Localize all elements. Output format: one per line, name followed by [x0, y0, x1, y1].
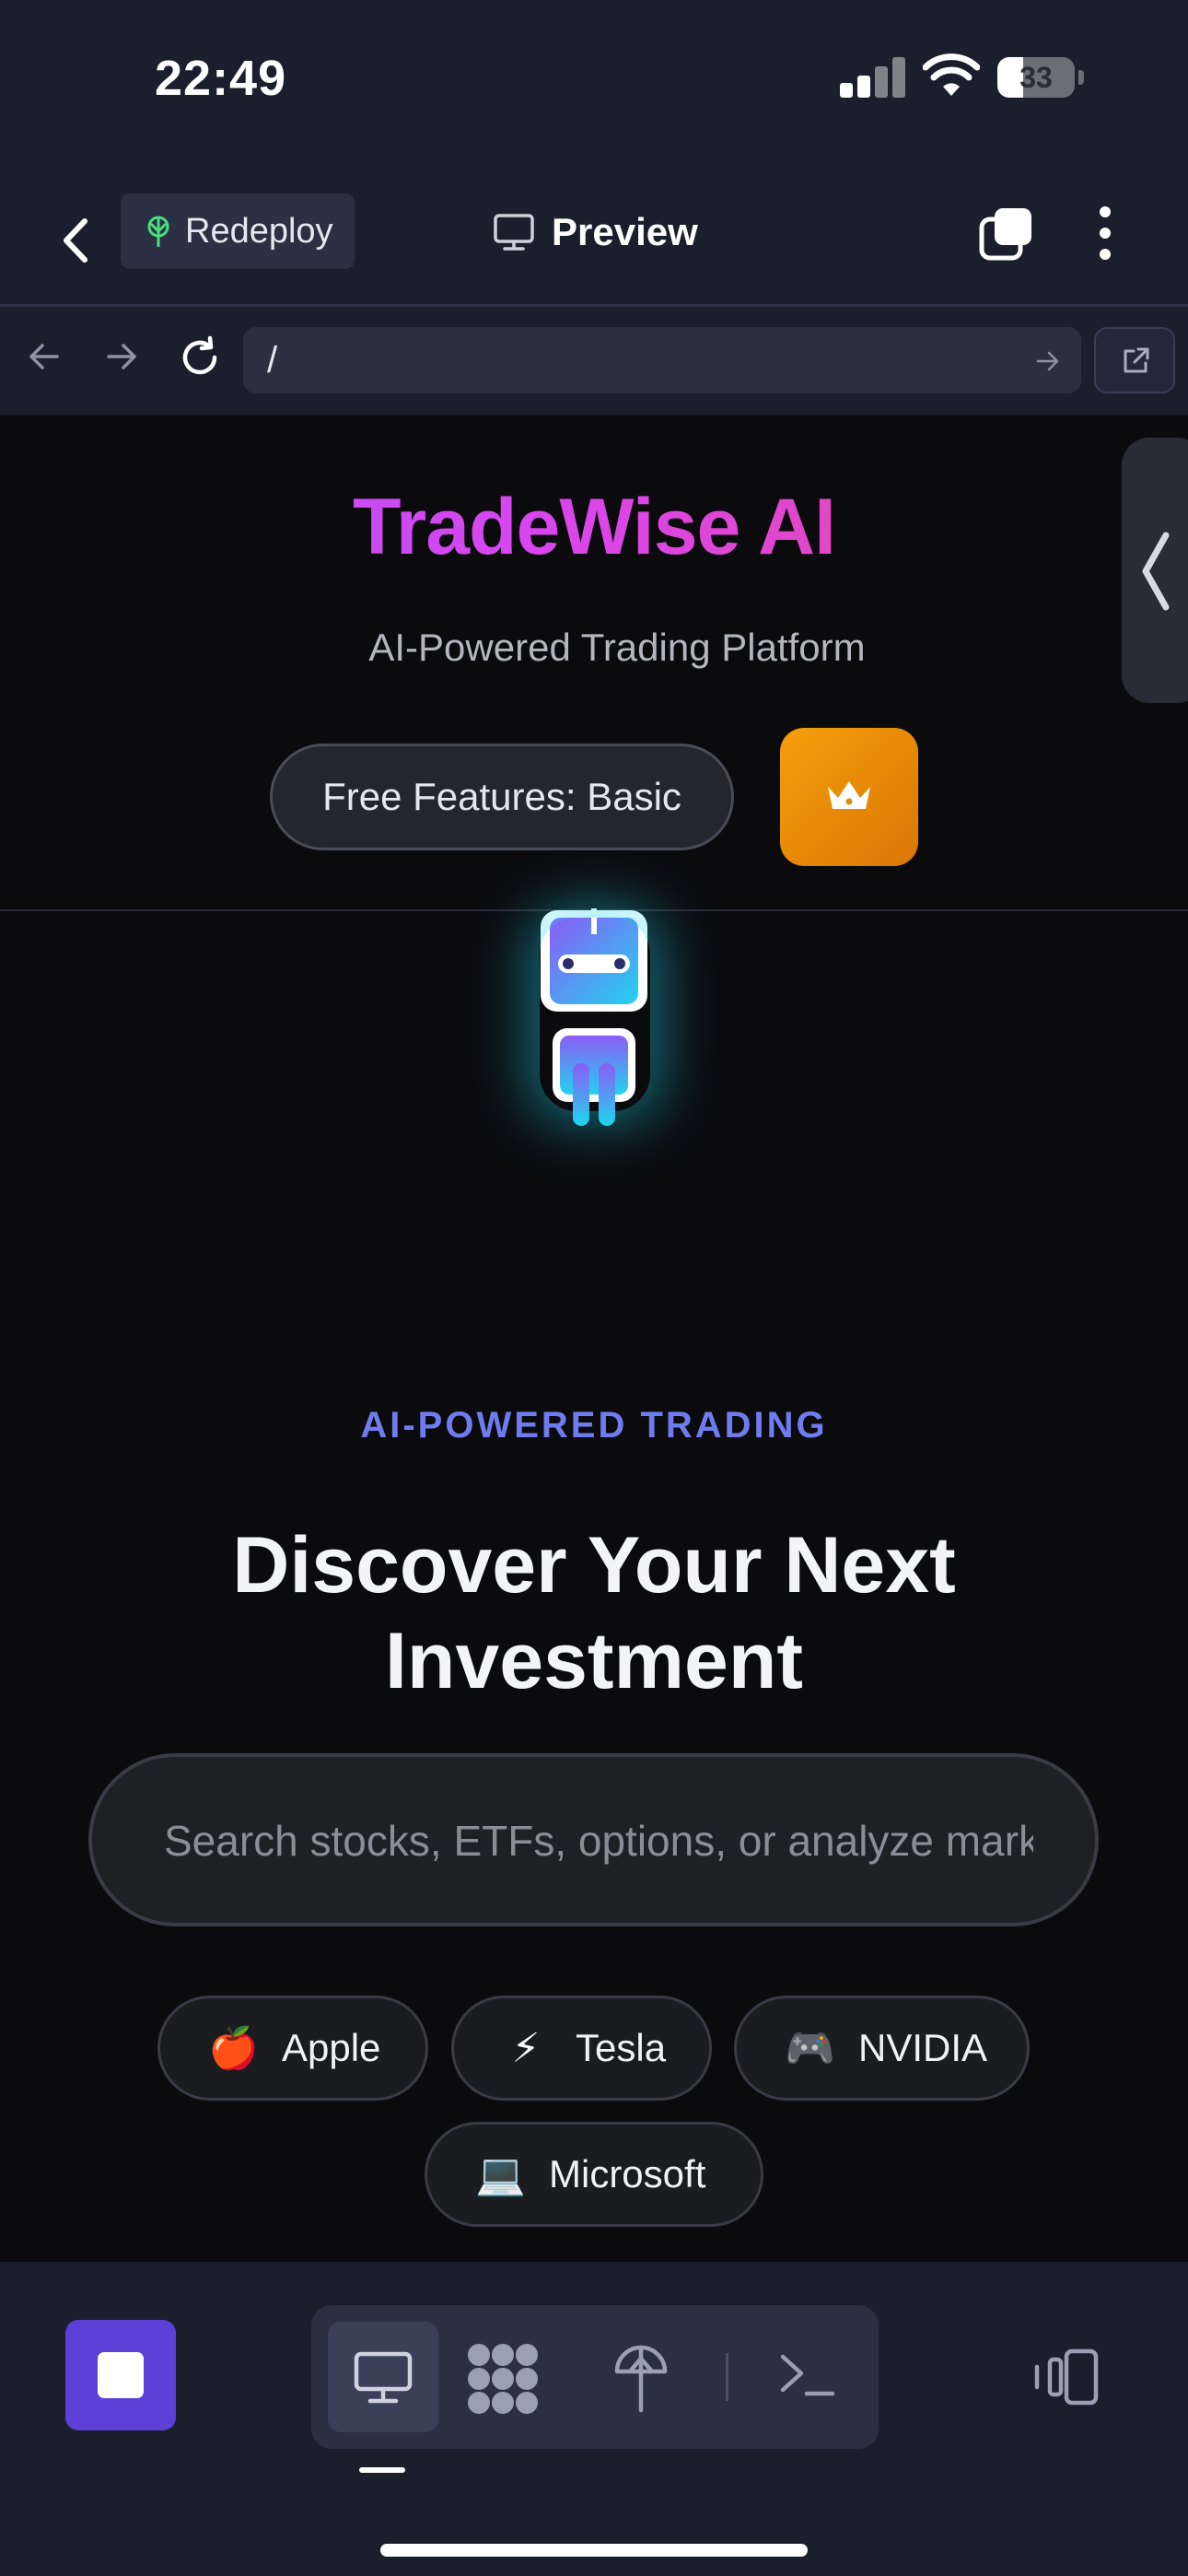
- free-features-pill[interactable]: Free Features: Basic: [270, 744, 734, 850]
- brand-subtitle: AI-Powered Trading Platform: [368, 626, 866, 669]
- browser-url-bar: /: [0, 307, 1188, 416]
- chevron-left-icon: [1142, 532, 1170, 611]
- robot-mascot: [525, 908, 663, 1130]
- web-preview-page: TradeWise AI AI-Powered Trading Platform…: [0, 416, 1188, 2244]
- app-header: Redeploy Preview: [0, 181, 1188, 306]
- redeploy-label: Redeploy: [185, 211, 333, 251]
- gamepad-emoji-icon: 🎮: [785, 2026, 835, 2071]
- premium-button[interactable]: [780, 728, 918, 866]
- chip-apple[interactable]: 🍎 Apple: [157, 1996, 428, 2101]
- bottom-toolbar: [0, 2262, 1188, 2576]
- monitor-icon: [354, 2351, 413, 2404]
- stop-button[interactable]: [65, 2320, 176, 2430]
- battery-icon: 33: [997, 57, 1084, 100]
- tabs-icon[interactable]: [978, 205, 1035, 262]
- home-indicator: [380, 2544, 808, 2557]
- side-panel-toggle[interactable]: [1122, 438, 1188, 703]
- lightning-emoji-icon: ⚡: [511, 2025, 541, 2071]
- status-bar: 22:49 33: [0, 0, 1188, 157]
- wifi-icon: [923, 53, 980, 96]
- search-input[interactable]: [162, 1794, 1035, 1888]
- apple-emoji-icon: 🍎: [208, 2026, 259, 2071]
- search-box[interactable]: [88, 1753, 1099, 1926]
- app-top-chrome: 22:49 33 Redeploy Preview: [0, 0, 1188, 307]
- laptop-emoji-icon: 💻: [475, 2152, 526, 2197]
- preview-title: Preview: [493, 205, 698, 260]
- arrow-right-icon[interactable]: [103, 338, 140, 375]
- devices-icon[interactable]: [1033, 2348, 1100, 2406]
- external-link-icon: [1124, 347, 1149, 373]
- redeploy-button[interactable]: Redeploy: [121, 193, 355, 269]
- apps-grid-icon[interactable]: [466, 2342, 540, 2416]
- active-tab-indicator: [359, 2467, 405, 2473]
- chip-label: NVIDIA: [858, 2026, 988, 2069]
- stop-icon: [98, 2352, 144, 2398]
- cellular-signal-icon: [840, 57, 905, 98]
- status-time: 22:49: [155, 51, 287, 106]
- preview-label: Preview: [552, 210, 698, 253]
- open-external-button[interactable]: [1094, 327, 1175, 393]
- monitor-icon: [494, 214, 534, 251]
- reload-icon[interactable]: [177, 334, 223, 381]
- switcher-divider: [726, 2353, 728, 2401]
- battery-percent: 33: [1019, 61, 1053, 94]
- view-switcher: [311, 2305, 879, 2449]
- chip-microsoft[interactable]: 💻 Microsoft: [425, 2122, 763, 2227]
- chip-nvidia[interactable]: 🎮 NVIDIA: [734, 1996, 1030, 2101]
- terminal-icon[interactable]: [779, 2346, 836, 2405]
- brand-title: TradeWise AI: [0, 482, 1188, 573]
- go-arrow-icon[interactable]: [1035, 349, 1061, 373]
- url-input[interactable]: /: [243, 327, 1081, 393]
- deploy-tree-icon: [147, 216, 169, 247]
- chip-label: Microsoft: [549, 2152, 706, 2195]
- chip-label: Tesla: [576, 2026, 667, 2069]
- tab-preview[interactable]: [328, 2322, 438, 2432]
- section-headline: Discover Your Next Investment: [0, 1517, 1188, 1709]
- url-path: /: [267, 340, 278, 381]
- more-options-icon[interactable]: [1087, 205, 1124, 262]
- section-eyebrow: AI-POWERED TRADING: [360, 1405, 828, 1446]
- back-chevron-icon[interactable]: [52, 208, 103, 273]
- chip-label: Apple: [282, 2026, 381, 2069]
- chip-tesla[interactable]: ⚡ Tesla: [451, 1996, 712, 2101]
- headline-line-1: Discover Your Next: [232, 1521, 956, 1610]
- arrow-left-icon[interactable]: [26, 338, 63, 375]
- deploy-icon[interactable]: [611, 2340, 670, 2414]
- crown-icon: [828, 781, 870, 809]
- headline-line-2: Investment: [384, 1617, 804, 1705]
